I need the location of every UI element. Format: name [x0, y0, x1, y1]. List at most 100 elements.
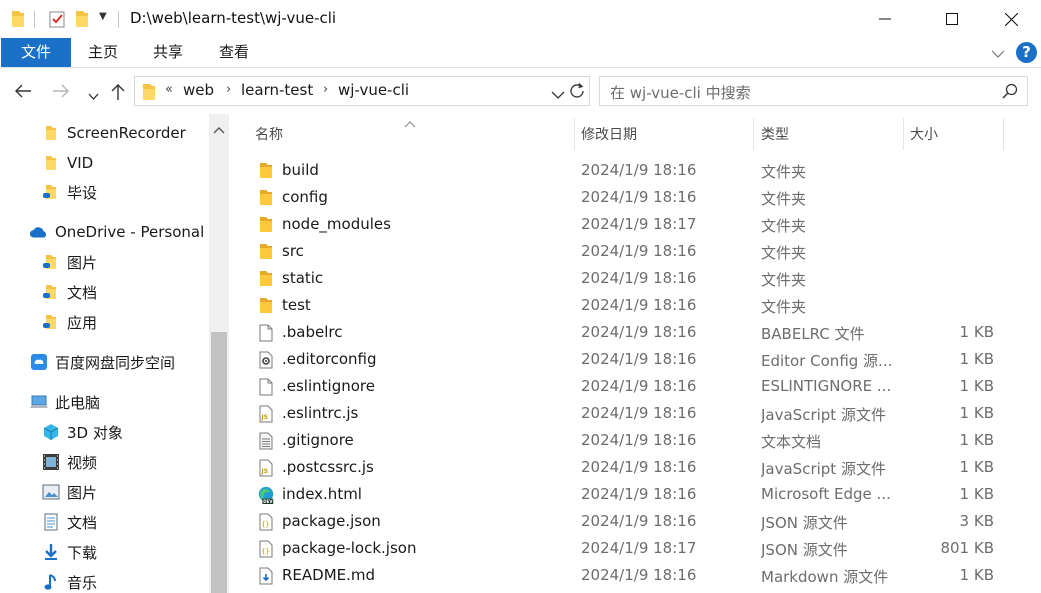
sidebar-item-label: 视频 — [67, 453, 98, 472]
sidebar-item-onedrive[interactable]: OneDrive - Personal — [29, 218, 204, 246]
column-header-size[interactable]: 大小 — [910, 124, 938, 144]
sidebar-item-vid[interactable]: VID — [41, 149, 93, 177]
sidebar-item-downloads[interactable]: 下载 — [41, 538, 97, 566]
sidebar-item-3d-objects[interactable]: 3D 对象 — [41, 418, 123, 446]
up-button[interactable] — [110, 83, 126, 105]
json-file-icon: {} — [257, 512, 275, 531]
file-size: 801 KB — [940, 539, 994, 557]
file-row[interactable]: DEV index.html 2024/1/9 18:16 Microsoft Edg… — [229, 481, 1041, 508]
breadcrumb-separator-icon[interactable]: › — [323, 82, 328, 97]
maximize-button[interactable] — [929, 0, 975, 38]
sidebar-item-onedrive-pictures[interactable]: 图片 — [41, 248, 97, 276]
file-name: .editorconfig — [282, 350, 377, 368]
scrollbar-thumb[interactable] — [211, 332, 227, 593]
forward-button[interactable] — [52, 83, 70, 103]
column-header-date[interactable]: 修改日期 — [581, 124, 637, 144]
sidebar-item-onedrive-documents[interactable]: 文档 — [41, 278, 97, 306]
address-history-chevron-icon[interactable] — [551, 86, 565, 104]
file-name: index.html — [282, 485, 362, 503]
folder-icon — [257, 161, 275, 180]
breadcrumb-wj-vue-cli[interactable]: wj-vue-cli — [338, 81, 409, 99]
minimize-button[interactable] — [862, 0, 908, 38]
recent-locations-chevron-icon[interactable] — [88, 87, 99, 105]
column-header-name[interactable]: 名称 — [255, 124, 283, 144]
file-row[interactable]: .eslintignore 2024/1/9 18:16 ESLINTIGNORE … — [229, 373, 1041, 400]
documents-icon — [41, 513, 61, 531]
file-modified-date: 2024/1/9 18:16 — [581, 485, 697, 503]
file-row[interactable]: {} package.json 2024/1/9 18:16 JSON 源文件 3 KB — [229, 508, 1041, 535]
sidebar-item-baidu-netdisk[interactable]: 百度网盘同步空间 — [29, 348, 175, 376]
search-box[interactable]: 在 wj-vue-cli 中搜索 — [599, 76, 1028, 106]
back-button[interactable] — [14, 83, 32, 103]
sidebar-item-label: ScreenRecorder — [67, 124, 186, 142]
sidebar-item-label: 文档 — [67, 513, 98, 532]
scroll-up-arrow-icon[interactable] — [213, 120, 225, 138]
file-type: 文件夹 — [761, 244, 807, 262]
tab-view[interactable]: 查看 — [204, 38, 264, 67]
file-row[interactable]: .gitignore 2024/1/9 18:16 文本文档 1 KB — [229, 427, 1041, 454]
file-modified-date: 2024/1/9 18:16 — [581, 161, 697, 179]
file-row[interactable]: config 2024/1/9 18:16 文件夹 — [229, 184, 1041, 211]
expand-ribbon-chevron-icon[interactable] — [991, 45, 1005, 63]
sidebar-item-videos[interactable]: 视频 — [41, 448, 97, 476]
sidebar-item-this-pc[interactable]: 此电脑 — [29, 388, 100, 416]
file-modified-date: 2024/1/9 18:16 — [581, 458, 697, 476]
file-row[interactable]: .babelrc 2024/1/9 18:16 BABELRC 文件 1 KB — [229, 319, 1041, 346]
file-type: BABELRC 文件 — [761, 325, 865, 343]
address-overflow-icon[interactable]: « — [165, 82, 173, 97]
blank-file-icon — [257, 377, 275, 396]
file-row[interactable]: .editorconfig 2024/1/9 18:16 Editor Config… — [229, 346, 1041, 373]
sidebar-item-music[interactable]: 音乐 — [41, 568, 97, 593]
search-input[interactable]: 在 wj-vue-cli 中搜索 — [610, 82, 751, 103]
sidebar-item-onedrive-apps[interactable]: 应用 — [41, 308, 97, 336]
tab-home[interactable]: 主页 — [74, 38, 132, 67]
sidebar-item-documents[interactable]: 文档 — [41, 508, 97, 536]
file-row[interactable]: node_modules 2024/1/9 18:17 文件夹 — [229, 211, 1041, 238]
close-button[interactable] — [988, 0, 1034, 38]
properties-icon[interactable] — [49, 10, 65, 28]
new-folder-icon[interactable] — [75, 10, 89, 28]
baidu-netdisk-icon — [29, 353, 49, 371]
tab-file[interactable]: 文件 — [1, 38, 71, 67]
file-size: 1 KB — [959, 566, 994, 584]
window-title: D:\web\learn-test\wj-vue-cli — [130, 9, 337, 27]
sidebar-item-pictures[interactable]: 图片 — [41, 478, 97, 506]
search-icon[interactable] — [1002, 83, 1018, 103]
file-row[interactable]: JS .eslintrc.js 2024/1/9 18:16 JavaScript 源… — [229, 400, 1041, 427]
sidebar-item-label: 此电脑 — [55, 393, 101, 412]
file-name: config — [282, 188, 328, 206]
sidebar-scrollbar[interactable] — [209, 114, 229, 593]
column-divider[interactable] — [1003, 118, 1004, 150]
sidebar-item-screenrecorder[interactable]: ScreenRecorder — [41, 119, 186, 147]
customize-quick-access-icon[interactable]: ▼ — [99, 11, 107, 22]
title-bar: ▼ D:\web\learn-test\wj-vue-cli — [0, 0, 1041, 38]
file-type: Editor Config 源... — [761, 352, 893, 370]
column-divider[interactable] — [903, 118, 904, 150]
title-divider — [118, 11, 119, 28]
column-header-type[interactable]: 类型 — [761, 124, 789, 144]
file-row[interactable]: static 2024/1/9 18:16 文件夹 — [229, 265, 1041, 292]
sidebar-item-bishe[interactable]: 毕设 — [41, 178, 97, 206]
help-button[interactable]: ? — [1016, 42, 1037, 63]
file-row[interactable]: README.md 2024/1/9 18:16 Markdown 源文件 1 KB — [229, 562, 1041, 589]
sidebar-item-label: 音乐 — [67, 573, 98, 592]
tab-share[interactable]: 共享 — [138, 38, 198, 67]
sidebar-item-label: 3D 对象 — [67, 423, 123, 442]
file-row[interactable]: {} package-lock.json 2024/1/9 18:17 JSON 源文… — [229, 535, 1041, 562]
breadcrumb-separator-icon[interactable]: › — [226, 82, 231, 97]
address-bar[interactable]: « web › learn-test › wj-vue-cli — [134, 76, 590, 106]
folder-icon[interactable] — [11, 10, 25, 28]
sidebar-item-label: 图片 — [67, 253, 98, 272]
refresh-icon[interactable] — [569, 82, 586, 104]
column-divider[interactable] — [574, 118, 575, 150]
file-row[interactable]: test 2024/1/9 18:16 文件夹 — [229, 292, 1041, 319]
file-row[interactable]: JS .postcssrc.js 2024/1/9 18:16 JavaScript … — [229, 454, 1041, 481]
breadcrumb-web[interactable]: web — [183, 81, 214, 99]
file-name: .postcssrc.js — [282, 458, 374, 476]
sidebar-item-label: 图片 — [67, 483, 98, 502]
file-row[interactable]: build 2024/1/9 18:16 文件夹 — [229, 157, 1041, 184]
sidebar-item-label: OneDrive - Personal — [55, 223, 205, 241]
breadcrumb-learn-test[interactable]: learn-test — [241, 81, 313, 99]
file-row[interactable]: src 2024/1/9 18:16 文件夹 — [229, 238, 1041, 265]
column-divider[interactable] — [753, 118, 754, 150]
